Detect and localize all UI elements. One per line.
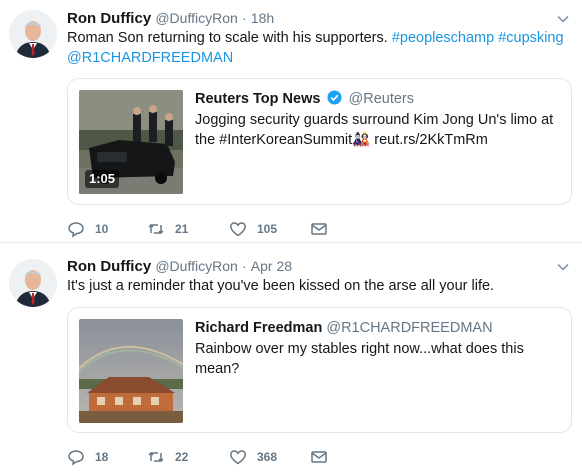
- reply-icon: [68, 450, 84, 466]
- mention-link[interactable]: @R1CHARDFREEDMAN: [67, 50, 233, 66]
- retweet-icon: [148, 451, 164, 463]
- direct-message-icon: [311, 451, 327, 463]
- like-icon: [230, 450, 246, 465]
- retweet-icon: [148, 223, 164, 235]
- quoted-handle[interactable]: @R1CHARDFREEDMAN: [326, 320, 492, 336]
- like-count: 105: [257, 222, 278, 236]
- verified-badge-icon: [327, 90, 342, 105]
- reply-count: 18: [95, 450, 109, 464]
- reply-count: 10: [95, 222, 109, 236]
- quoted-header: Reuters Top News @Reuters: [195, 90, 414, 109]
- tweet-text: It's just a reminder that you've been ki…: [67, 278, 495, 294]
- hashtag-link[interactable]: #peopleschamp: [392, 30, 494, 46]
- video-thumbnail[interactable]: 1:05: [79, 90, 183, 194]
- quoted-text: Jogging security guards surround Kim Jon…: [195, 110, 555, 150]
- tweet-header: Ron Dufficy @DufficyRon · 18h: [67, 8, 274, 28]
- tweet-timestamp[interactable]: 18h: [251, 10, 274, 26]
- chevron-down-icon[interactable]: [556, 260, 570, 274]
- retweet-count: 21: [175, 222, 189, 236]
- user-avatar[interactable]: [9, 259, 57, 307]
- tweet-header: Ron Dufficy @DufficyRon · Apr 28: [67, 256, 292, 276]
- tweet-text: Roman Son returning to scale with his su…: [67, 28, 572, 68]
- user-handle[interactable]: @DufficyRon: [155, 258, 237, 274]
- display-name[interactable]: Ron Dufficy: [67, 258, 151, 275]
- quoted-tweet[interactable]: Richard Freedman @R1CHARDFREEDMAN Rainbo…: [67, 307, 572, 433]
- user-handle[interactable]: @DufficyRon: [155, 10, 237, 26]
- quoted-text: Rainbow over my stables right now...what…: [195, 341, 524, 377]
- video-duration: 1:05: [85, 170, 120, 188]
- quoted-header: Richard Freedman @R1CHARDFREEDMAN: [195, 319, 493, 338]
- direct-message-icon: [311, 223, 327, 235]
- user-avatar[interactable]: [9, 10, 57, 58]
- quoted-tweet[interactable]: 1:05 Reuters Top News @Reuters Jogging s…: [67, 78, 572, 205]
- quoted-display-name[interactable]: Reuters Top News: [195, 91, 320, 107]
- separator-dot: ·: [241, 10, 247, 26]
- tweet-text-plain: Roman Son returning to scale with his su…: [67, 30, 392, 46]
- tweet-card[interactable]: Ron Dufficy @DufficyRon · 18h Roman Son …: [0, 0, 582, 243]
- separator-dot: ·: [241, 258, 247, 274]
- emoji-glyph: 🎎: [352, 132, 371, 148]
- hashtag-link[interactable]: #cupsking: [498, 30, 563, 46]
- chevron-down-icon[interactable]: [556, 12, 570, 26]
- reply-icon: [68, 222, 84, 238]
- retweet-count: 22: [175, 450, 189, 464]
- like-count: 368: [257, 450, 278, 464]
- like-icon: [230, 222, 246, 237]
- tweet-timestamp[interactable]: Apr 28: [251, 258, 292, 274]
- quoted-display-name[interactable]: Richard Freedman: [195, 320, 322, 336]
- photo-thumbnail[interactable]: [79, 319, 183, 423]
- tweet-card[interactable]: Ron Dufficy @DufficyRon · Apr 28 It's ju…: [0, 244, 582, 475]
- short-link[interactable]: reut.rs/2KkTmRm: [374, 132, 488, 148]
- quoted-handle[interactable]: @Reuters: [349, 91, 415, 107]
- display-name[interactable]: Ron Dufficy: [67, 10, 151, 27]
